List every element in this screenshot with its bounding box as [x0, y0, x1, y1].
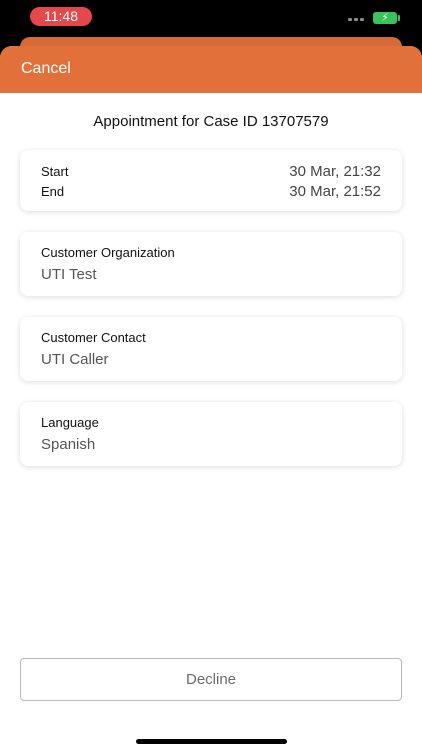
end-label: End [41, 184, 65, 199]
end-value: 30 Mar, 21:52 [289, 183, 381, 200]
cancel-button[interactable]: Cancel [21, 58, 71, 80]
end-row: End 30 Mar, 21:52 [41, 182, 381, 202]
field-label: Customer Contact [41, 330, 146, 345]
battery-charging-icon: ⚡ [373, 11, 400, 24]
field-value: UTI Test [41, 266, 97, 283]
start-value: 30 Mar, 21:32 [289, 163, 381, 180]
signal-dots-icon [348, 18, 364, 21]
home-indicator [136, 739, 287, 744]
decline-button[interactable]: Decline [20, 658, 402, 701]
customer-organization-card: Customer Organization UTI Test [20, 232, 402, 296]
appointment-sheet: Cancel Appointment for Case ID 13707579 … [0, 46, 422, 750]
time-card: Start 30 Mar, 21:32 End 30 Mar, 21:52 [20, 150, 402, 211]
status-bar: 11:48 ⚡ [0, 0, 422, 36]
start-label: Start [41, 164, 69, 179]
status-time: 11:48 [30, 7, 92, 26]
customer-contact-card: Customer Contact UTI Caller [20, 317, 402, 381]
field-value: Spanish [41, 436, 96, 453]
page-title: Appointment for Case ID 13707579 [93, 113, 329, 130]
nav-bar: Cancel [0, 46, 422, 93]
start-row: Start 30 Mar, 21:32 [41, 162, 381, 182]
field-label: Language [41, 415, 99, 430]
field-label: Customer Organization [41, 245, 175, 260]
language-card: Language Spanish [20, 402, 402, 466]
field-value: UTI Caller [41, 351, 109, 368]
